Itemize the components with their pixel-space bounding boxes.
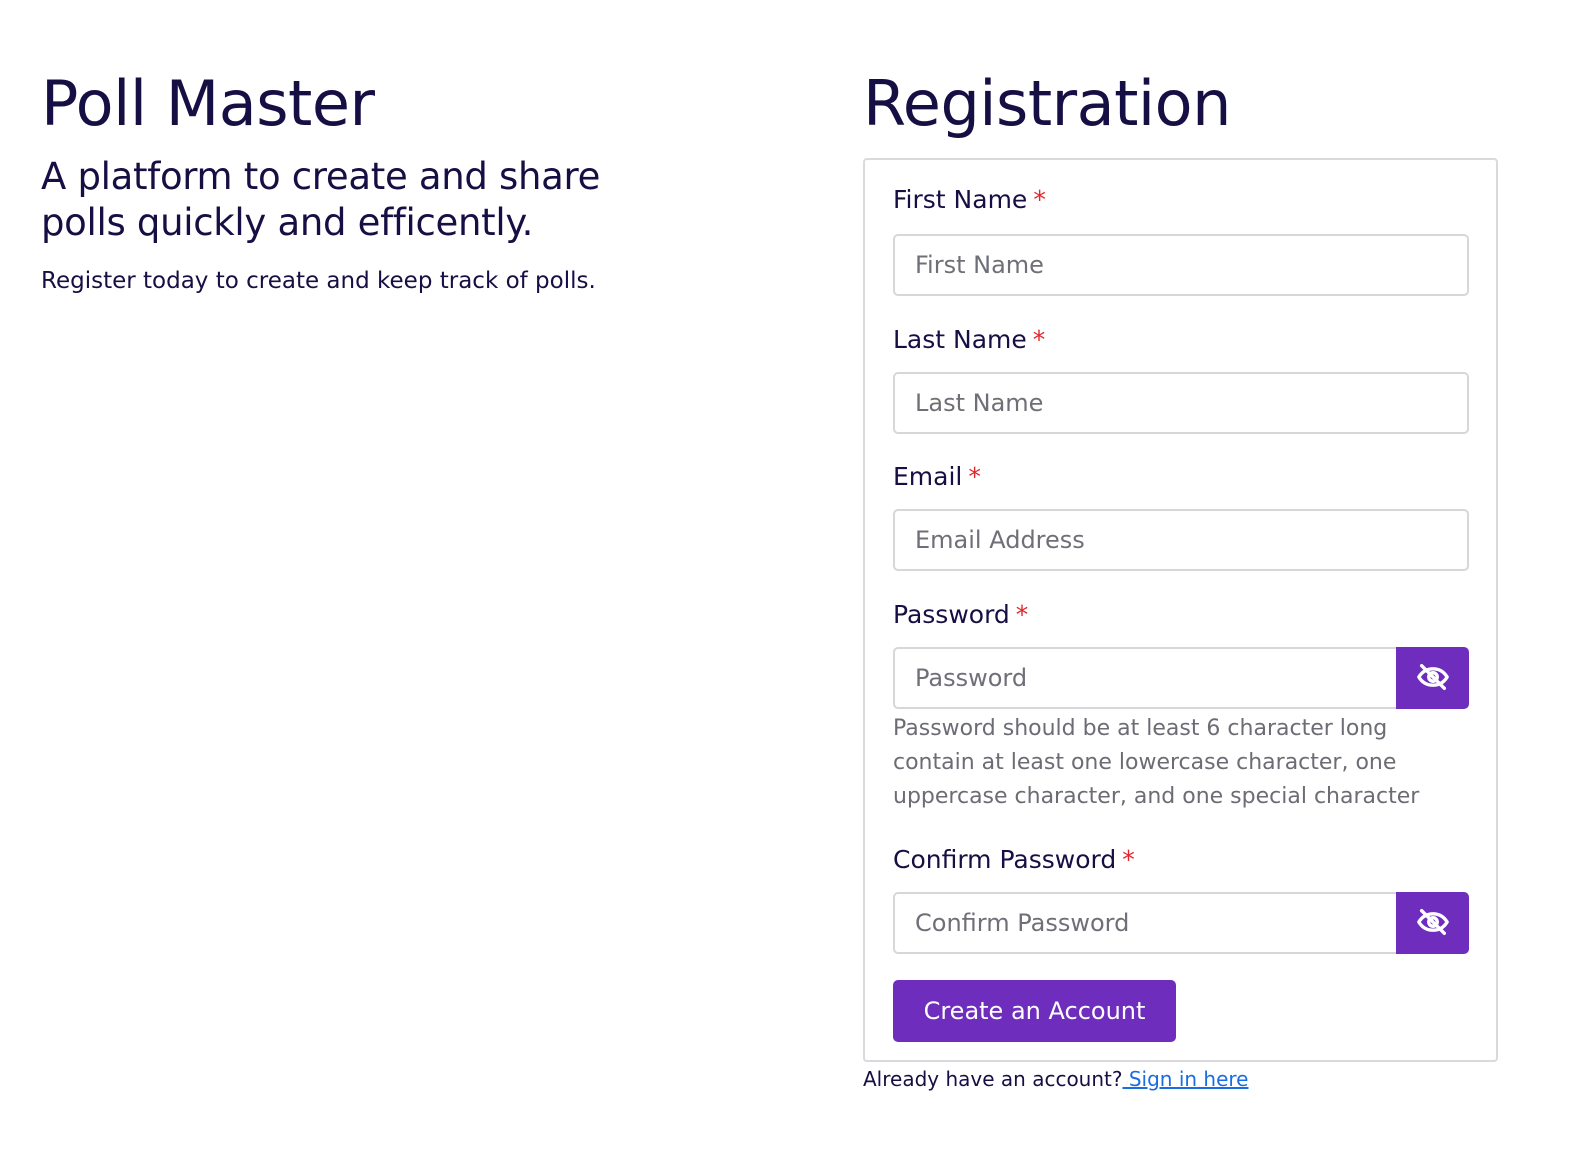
intro-section: Poll Master A platform to create and sha… bbox=[41, 62, 741, 297]
email-label-text: Email bbox=[893, 462, 963, 491]
password-label: Password * bbox=[893, 599, 1028, 631]
confirm-password-label: Confirm Password * bbox=[893, 844, 1135, 876]
eye-slash-icon bbox=[1416, 905, 1450, 942]
password-input-group bbox=[893, 647, 1469, 709]
registration-page: Poll Master A platform to create and sha… bbox=[0, 0, 1574, 1172]
confirm-password-input-group bbox=[893, 892, 1469, 954]
required-marker: * bbox=[1032, 325, 1046, 354]
last-name-label-text: Last Name bbox=[893, 325, 1027, 354]
confirm-password-label-text: Confirm Password bbox=[893, 845, 1117, 874]
tagline: A platform to create and share polls qui… bbox=[41, 155, 601, 244]
required-marker: * bbox=[1122, 845, 1135, 874]
registration-section: Registration First Name* Last Name* Emai… bbox=[863, 62, 1500, 1091]
password-input[interactable] bbox=[893, 647, 1397, 709]
required-marker: * bbox=[968, 462, 981, 491]
required-marker: * bbox=[1033, 185, 1046, 214]
password-help-text: Password should be at least 6 character … bbox=[893, 716, 1420, 809]
app-title: Poll Master bbox=[41, 67, 375, 140]
required-marker: * bbox=[1015, 600, 1029, 629]
registration-form: First Name* Last Name* Email* Password* bbox=[863, 158, 1498, 1062]
password-visibility-toggle[interactable] bbox=[1396, 647, 1469, 709]
signin-link[interactable]: Sign in here bbox=[1122, 1067, 1249, 1091]
confirm-password-visibility-toggle[interactable] bbox=[1396, 892, 1469, 954]
email-input[interactable] bbox=[893, 509, 1469, 571]
password-label-text: Password bbox=[893, 600, 1010, 629]
intro-subtext: Register today to create and keep track … bbox=[41, 268, 596, 294]
email-label: Email * bbox=[893, 461, 981, 493]
signin-prompt-text: Already have an account? bbox=[863, 1067, 1123, 1091]
registration-title: Registration bbox=[863, 67, 1231, 140]
signin-prompt-line: Already have an account? Sign in here bbox=[863, 1065, 1248, 1093]
first-name-label-text: First Name bbox=[893, 185, 1028, 214]
eye-slash-icon bbox=[1416, 660, 1450, 697]
last-name-label: Last Name * bbox=[893, 324, 1045, 356]
first-name-input[interactable] bbox=[893, 234, 1469, 296]
confirm-password-input[interactable] bbox=[893, 892, 1397, 954]
first-name-label: First Name * bbox=[893, 184, 1046, 216]
last-name-input[interactable] bbox=[893, 372, 1469, 434]
create-account-button[interactable]: Create an Account bbox=[893, 980, 1176, 1042]
